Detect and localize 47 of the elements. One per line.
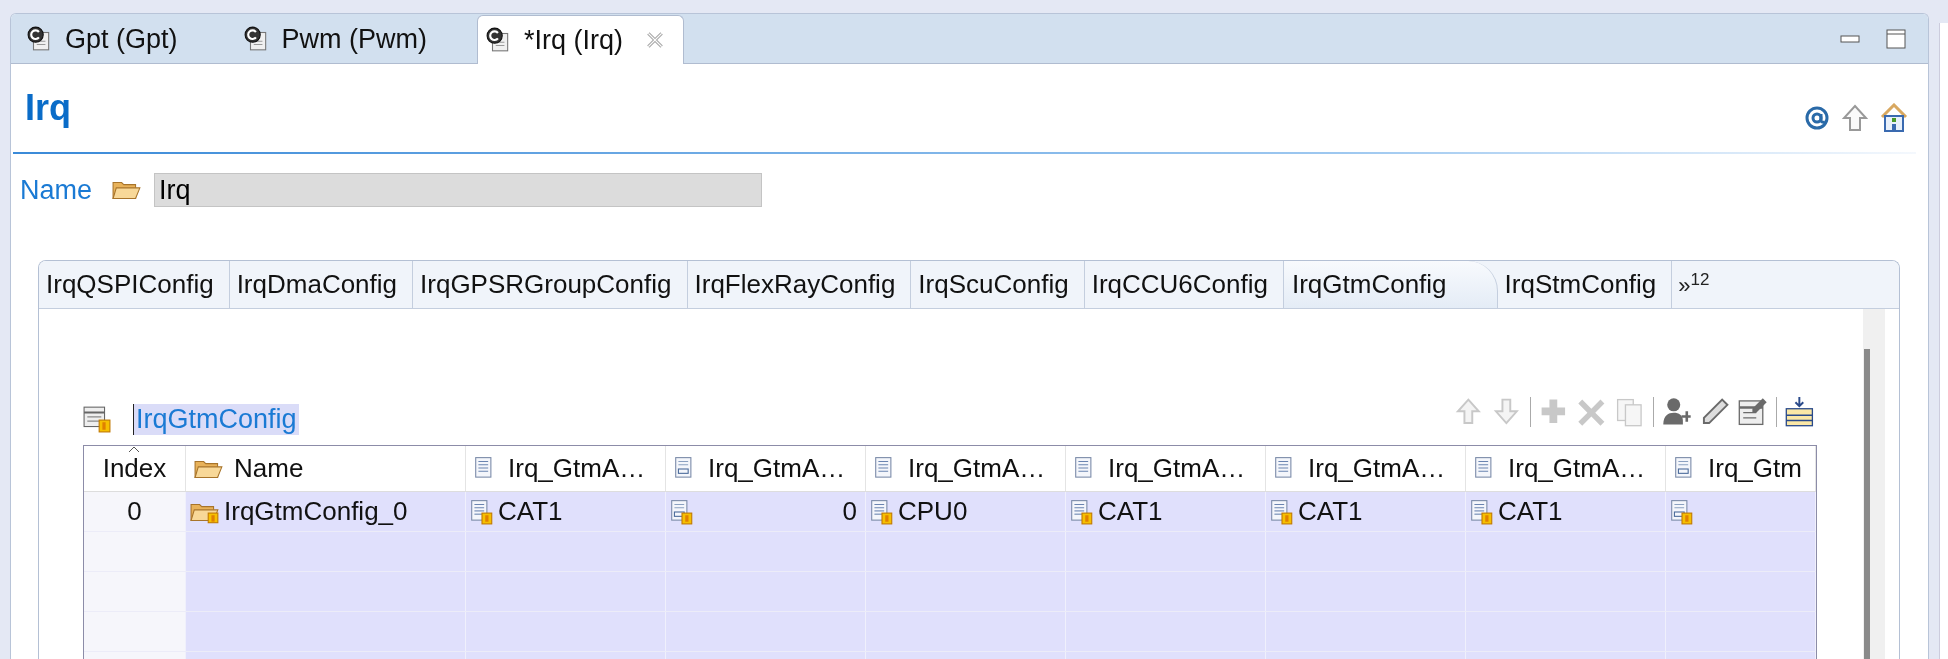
text-field-icon (870, 498, 894, 525)
scrollbar[interactable] (1863, 309, 1885, 659)
column-header[interactable]: Irq_Gtm (1666, 446, 1816, 491)
pencil-icon[interactable] (1700, 397, 1730, 427)
home-icon[interactable] (1880, 103, 1908, 133)
column-header[interactable]: Irq_GtmA… (1066, 446, 1266, 491)
minimize-icon[interactable] (1840, 34, 1860, 43)
text-field-icon (470, 498, 494, 525)
text-field-icon (1470, 498, 1494, 525)
table-title: IrqGtmConfig (133, 403, 299, 435)
text-field-icon (1270, 498, 1294, 525)
table-cell: CAT1 (1266, 492, 1466, 531)
edit-table-icon[interactable] (1738, 397, 1768, 427)
column-header[interactable]: Irq_GtmA… (466, 446, 666, 491)
page-title: Irq (25, 87, 71, 129)
column-header[interactable]: Irq_GtmA… (1466, 446, 1666, 491)
config-tab[interactable]: IrqGtmConfig (1283, 261, 1498, 308)
table-cell: 0 (666, 492, 866, 531)
up-arrow-icon[interactable] (1842, 104, 1868, 132)
more-tabs-button[interactable]: »$^{12}$ (1672, 261, 1716, 308)
column-header[interactable]: Irq_GtmA… (866, 446, 1066, 491)
column-header[interactable]: Index (84, 446, 186, 491)
maximize-icon[interactable] (1886, 28, 1906, 49)
at-sign-icon[interactable] (1804, 105, 1830, 131)
editor-tab[interactable]: Gpt (Gpt) (11, 15, 228, 63)
column-header[interactable]: Irq_GtmA… (666, 446, 866, 491)
insert-row-icon[interactable] (1785, 397, 1815, 427)
numeric-field-icon (1670, 498, 1694, 525)
editor-tab[interactable]: *Irq (Irq) (477, 15, 685, 64)
table-cell: CPU0 (866, 492, 1066, 531)
table-cell: CAT1 (1466, 492, 1666, 531)
table-cell: CAT1 (466, 492, 666, 531)
table-cell: CAT1 (1066, 492, 1266, 531)
text-field-icon (1070, 498, 1094, 525)
name-field[interactable]: Irq (154, 173, 762, 207)
numeric-field-icon (670, 498, 694, 525)
close-icon[interactable] (645, 30, 666, 50)
add-user-icon[interactable] (1662, 397, 1692, 427)
sort-caret-icon (128, 446, 140, 453)
config-tab[interactable]: IrqQSPIConfig (39, 261, 230, 308)
column-header[interactable]: Irq_GtmA… (1266, 446, 1466, 491)
name-label: Name (20, 174, 94, 206)
editor-tab[interactable]: Pwm (Pwm) (227, 15, 477, 63)
table-cell: IrqGtmConfig_0 (186, 492, 466, 531)
table-cell: 0 (84, 492, 186, 531)
table-icon (83, 405, 111, 433)
column-header[interactable]: Name (186, 446, 466, 491)
